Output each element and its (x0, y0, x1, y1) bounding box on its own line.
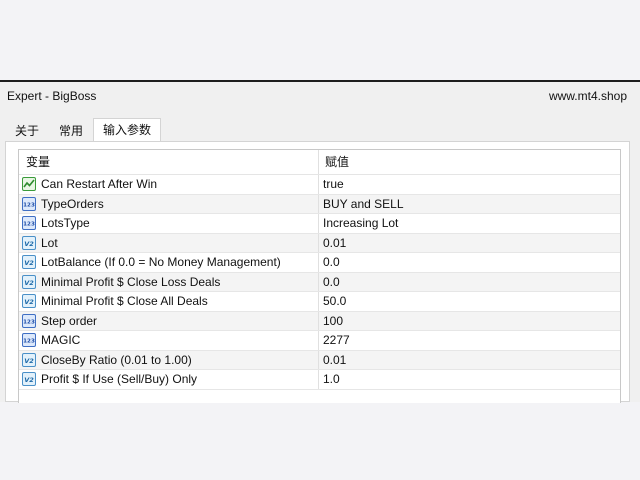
table-row[interactable]: 123 Step order 100 (19, 311, 620, 331)
value-cell[interactable]: 0.01 (319, 234, 346, 253)
table-row[interactable]: V2 CloseBy Ratio (0.01 to 1.00) 0.01 (19, 350, 620, 370)
svg-text:123: 123 (23, 319, 35, 325)
value-cell[interactable]: BUY and SELL (319, 195, 404, 214)
table-row[interactable]: Can Restart After Win true (19, 175, 620, 195)
svg-text:123: 123 (23, 222, 35, 228)
variable-name: Lot (41, 235, 58, 250)
tab-bar: 关于 常用 输入参数 (5, 118, 162, 142)
svg-text:V2: V2 (24, 357, 34, 365)
value-cell[interactable]: 0.0 (319, 253, 340, 272)
variable-cell[interactable]: V2 Minimal Profit $ Close All Deals (19, 292, 319, 311)
table-row[interactable]: V2 Lot 0.01 (19, 233, 620, 253)
variable-name: Minimal Profit $ Close All Deals (41, 294, 208, 309)
window-title: Expert - BigBoss (7, 89, 97, 103)
variable-cell[interactable]: Can Restart After Win (19, 175, 319, 194)
variable-name: Can Restart After Win (41, 177, 158, 192)
tab-inputs[interactable]: 输入参数 (93, 118, 162, 142)
value-cell[interactable]: 2277 (319, 331, 350, 350)
value-cell[interactable]: 100 (319, 312, 343, 331)
table-header: 变量 赋值 (19, 150, 620, 175)
svg-text:V2: V2 (24, 298, 34, 306)
value-cell[interactable]: 0.01 (319, 351, 346, 370)
title-bar: Expert - BigBoss www.mt4.shop (0, 82, 640, 110)
svg-text:V2: V2 (24, 279, 34, 287)
variable-name: Profit $ If Use (Sell/Buy) Only (41, 372, 198, 387)
value-cell[interactable]: true (319, 175, 344, 194)
variable-name: CloseBy Ratio (0.01 to 1.00) (41, 352, 192, 367)
variable-cell[interactable]: 123 MAGIC (19, 331, 319, 350)
svg-text:V2: V2 (24, 376, 34, 384)
table-row[interactable]: V2 Minimal Profit $ Close Loss Deals 0.0 (19, 272, 620, 292)
variable-cell[interactable]: V2 Minimal Profit $ Close Loss Deals (19, 272, 319, 291)
int-icon: 123 (22, 313, 36, 328)
value-cell[interactable]: 50.0 (319, 292, 346, 311)
variable-cell[interactable]: 123 TypeOrders (19, 194, 319, 213)
variable-cell[interactable]: 123 LotsType (19, 214, 319, 233)
variable-name: Minimal Profit $ Close Loss Deals (41, 274, 221, 289)
expert-dialog: Expert - BigBoss www.mt4.shop 关于 常用 输入参数… (0, 80, 640, 403)
inputs-panel: 变量 赋值 Can Restart After Win true 123 TypeOr… (5, 141, 630, 403)
variable-cell[interactable]: V2 Lot (19, 233, 319, 252)
int-icon: 123 (22, 196, 36, 211)
int-icon: 123 (22, 333, 36, 348)
variable-name: LotBalance (If 0.0 = No Money Management… (41, 255, 281, 270)
tab-about[interactable]: 关于 (5, 120, 49, 142)
table-row[interactable]: 123 LotsType Increasing Lot (19, 214, 620, 234)
variable-cell[interactable]: 123 Step order (19, 311, 319, 330)
bool-icon (22, 177, 36, 192)
double-icon: V2 (22, 294, 36, 309)
svg-text:123: 123 (23, 339, 35, 345)
value-cell[interactable]: Increasing Lot (319, 214, 398, 233)
variable-name: Step order (41, 313, 98, 328)
table-row[interactable]: V2 LotBalance (If 0.0 = No Money Manageme… (19, 253, 620, 273)
variable-name: MAGIC (41, 333, 81, 348)
table-row[interactable]: 123 TypeOrders BUY and SELL (19, 194, 620, 214)
variable-name: TypeOrders (41, 196, 104, 211)
variable-cell[interactable]: V2 Profit $ If Use (Sell/Buy) Only (19, 370, 319, 389)
svg-text:123: 123 (23, 202, 35, 208)
table-body: Can Restart After Win true 123 TypeOrders BU… (19, 175, 620, 390)
column-header-value[interactable]: 赋值 (319, 150, 349, 174)
watermark-text: www.mt4.shop (548, 89, 627, 103)
double-icon: V2 (22, 372, 36, 387)
table-row[interactable]: V2 Minimal Profit $ Close All Deals 50.0 (19, 292, 620, 312)
int-icon: 123 (22, 216, 36, 231)
svg-text:V2: V2 (24, 240, 34, 248)
value-cell[interactable]: 0.0 (319, 273, 340, 292)
double-icon: V2 (22, 274, 36, 289)
table-row[interactable]: V2 Profit $ If Use (Sell/Buy) Only 1.0 (19, 370, 620, 390)
variable-cell[interactable]: V2 CloseBy Ratio (0.01 to 1.00) (19, 350, 319, 369)
table-row[interactable]: 123 MAGIC 2277 (19, 331, 620, 351)
variable-cell[interactable]: V2 LotBalance (If 0.0 = No Money Manageme… (19, 253, 319, 272)
column-header-variable[interactable]: 变量 (19, 150, 319, 174)
tab-common[interactable]: 常用 (49, 120, 93, 142)
svg-text:V2: V2 (24, 259, 34, 267)
parameters-table: 变量 赋值 Can Restart After Win true 123 TypeOr… (18, 149, 621, 403)
value-cell[interactable]: 1.0 (319, 370, 340, 389)
double-icon: V2 (22, 352, 36, 367)
double-icon: V2 (22, 235, 36, 250)
double-icon: V2 (22, 255, 36, 270)
variable-name: LotsType (41, 216, 90, 231)
